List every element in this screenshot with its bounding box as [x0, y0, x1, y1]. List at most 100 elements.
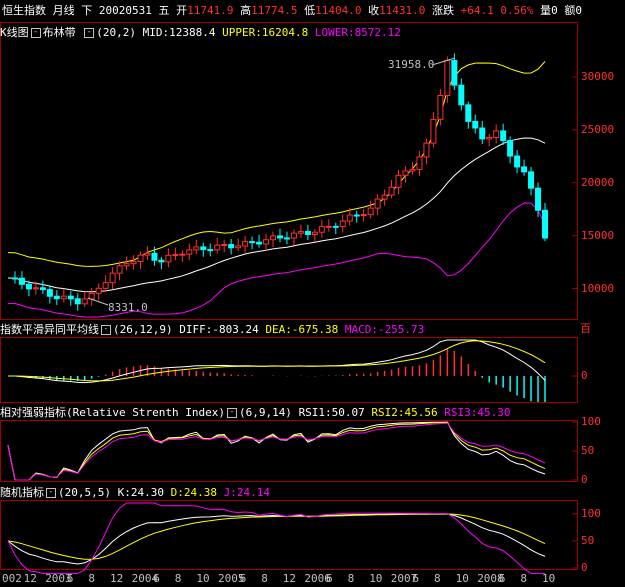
- kdj-tick-label: 100: [581, 506, 601, 520]
- candle-body: [74, 298, 81, 305]
- time-axis-label: 8: [520, 572, 528, 585]
- candle-body: [311, 231, 318, 235]
- candle-body: [144, 252, 151, 256]
- candle-body: [318, 226, 325, 233]
- candle-body: [25, 283, 32, 290]
- time-axis-label: 8: [88, 572, 96, 585]
- time-axis: 002 12 2003 6 8 12 2004 6 8 10 2005 6 8 12 2006 6 8 10 200…: [0, 570, 578, 586]
- time-axis-label: 12: [23, 572, 37, 585]
- candle-body: [116, 265, 123, 274]
- time-axis-label: 10: [542, 572, 556, 585]
- candle-body: [423, 142, 430, 158]
- time-axis-label: 8: [347, 572, 355, 585]
- candle-body: [388, 186, 395, 196]
- low-marker: 8331.0: [108, 301, 148, 314]
- candle-body: [416, 156, 423, 170]
- candle-body: [137, 254, 144, 263]
- j-line: [7, 502, 545, 574]
- bollinger-upper-line: [7, 61, 546, 267]
- rsi1-line: [7, 421, 546, 481]
- time-axis-label: 6: [498, 572, 506, 585]
- candle-body: [290, 232, 297, 239]
- candle-body: [346, 214, 353, 222]
- candle-body: [395, 174, 402, 188]
- candle-body: [514, 155, 521, 168]
- candle-body: [60, 295, 67, 300]
- candle-body: [339, 220, 346, 228]
- candle-body: [430, 118, 437, 144]
- candle-body: [465, 104, 472, 122]
- kdj-tick-label: 0: [581, 561, 588, 574]
- d-line: [7, 513, 546, 560]
- time-axis-label: 12: [110, 572, 124, 585]
- price-tick-label: 15000: [581, 228, 615, 242]
- candle-body: [193, 246, 200, 251]
- candle-body: [172, 254, 179, 257]
- time-axis-label: 6: [326, 572, 333, 585]
- time-axis-label: 6: [412, 572, 420, 585]
- time-axis-label: 8: [261, 572, 268, 585]
- bollinger-lower-line: [7, 202, 546, 318]
- time-axis-label: 8: [434, 572, 441, 585]
- candle-body: [381, 194, 388, 200]
- candle-body: [297, 231, 304, 234]
- candle-body: [283, 237, 290, 240]
- candle-body: [486, 137, 493, 140]
- candle-body: [221, 244, 228, 247]
- candle-body: [332, 225, 339, 228]
- candle-body: [46, 289, 53, 297]
- rsi-tick-label: 100: [581, 415, 601, 428]
- rsi-tick-label: 0: [581, 473, 588, 486]
- macd-zero-label: 0: [581, 369, 588, 382]
- candle-body: [39, 287, 46, 291]
- candle-body: [11, 277, 18, 280]
- candle-body: [165, 254, 172, 263]
- candle-body: [207, 249, 214, 252]
- candle-body: [88, 292, 95, 300]
- candle-body: [249, 241, 256, 244]
- candle-body: [186, 249, 193, 255]
- time-axis-label: 6: [239, 572, 247, 585]
- kdj-tick-label: 50: [581, 533, 595, 547]
- rsi-tick-label: 50: [581, 444, 595, 457]
- candle-body: [521, 166, 528, 173]
- candle-body: [542, 209, 548, 239]
- time-axis-label: 12: [282, 572, 297, 585]
- candle-body: [151, 252, 158, 261]
- candle-body: [451, 59, 458, 86]
- candle-body: [18, 277, 25, 285]
- price-tick-label: 30000: [581, 70, 615, 84]
- candle-body: [276, 235, 283, 239]
- candle-body: [228, 244, 235, 249]
- low-marker-line: [87, 297, 109, 306]
- candle-body: [242, 241, 249, 247]
- candle-body: [507, 140, 514, 157]
- candle-body: [493, 130, 500, 139]
- rsi2-line: [7, 421, 546, 481]
- candle-body: [81, 298, 88, 305]
- candle-body: [102, 282, 109, 289]
- candle-body: [67, 295, 74, 300]
- candle-body: [409, 168, 416, 172]
- candle-body: [472, 120, 479, 129]
- candle-body: [304, 231, 311, 235]
- chart-canvas: [7, 53, 578, 574]
- candle-body: [95, 287, 102, 294]
- time-axis-label: 10: [196, 572, 210, 585]
- candle-body: [353, 214, 360, 217]
- candle-body: [500, 130, 507, 142]
- candle-body: [437, 94, 444, 120]
- candle-body: [270, 235, 277, 241]
- candle-body: [123, 263, 130, 267]
- candle-body: [444, 59, 451, 96]
- candle-body: [263, 239, 270, 245]
- candle-body: [325, 225, 332, 228]
- candle-body: [32, 287, 39, 290]
- rsi3-line: [7, 422, 546, 481]
- candle-body: [360, 214, 367, 217]
- candle-body: [402, 170, 409, 176]
- time-axis-label: 10: [455, 572, 469, 585]
- time-axis-label: 6: [66, 572, 74, 585]
- price-tick-label: 20000: [581, 175, 615, 189]
- time-axis-label: 8: [174, 572, 182, 585]
